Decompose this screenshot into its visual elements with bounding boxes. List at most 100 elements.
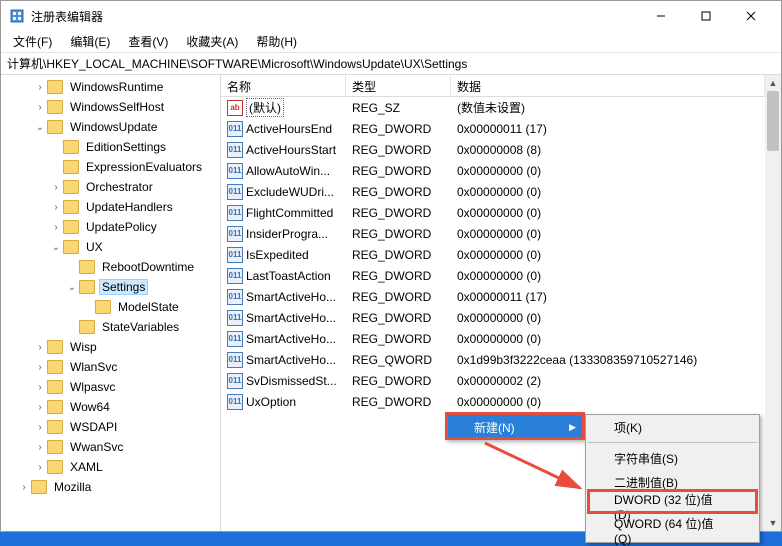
list-row[interactable]: 011UxOptionREG_DWORD0x00000000 (0) xyxy=(221,391,765,412)
close-button[interactable] xyxy=(728,1,773,31)
tree-item[interactable]: ›XAML xyxy=(1,457,220,477)
tree-item[interactable]: ›Wisp xyxy=(1,337,220,357)
titlebar: 注册表编辑器 xyxy=(1,1,781,31)
tree-item[interactable]: ›WwanSvc xyxy=(1,437,220,457)
tree-item[interactable]: › Mozilla xyxy=(1,477,220,497)
menu-view[interactable]: 查看(V) xyxy=(120,31,176,52)
tree-item[interactable]: EditionSettings xyxy=(1,137,220,157)
menu-edit[interactable]: 编辑(E) xyxy=(62,31,118,52)
tree-item[interactable]: StateVariables xyxy=(1,317,220,337)
tree-item[interactable]: ›UpdateHandlers xyxy=(1,197,220,217)
expand-icon[interactable]: › xyxy=(33,102,47,113)
folder-icon xyxy=(63,220,79,234)
window-title: 注册表编辑器 xyxy=(31,8,638,25)
tree-item-label: Mozilla xyxy=(51,479,94,495)
scroll-thumb[interactable] xyxy=(767,91,779,151)
tree-item[interactable]: ⌄WindowsUpdate xyxy=(1,117,220,137)
submenu-qword[interactable]: QWORD (64 位)值(Q) xyxy=(586,518,759,542)
list-row[interactable]: 011SvDismissedSt...REG_DWORD0x00000002 (… xyxy=(221,370,765,391)
folder-icon xyxy=(63,200,79,214)
tree-item[interactable]: RebootDowntime xyxy=(1,257,220,277)
expand-icon[interactable]: › xyxy=(33,402,47,413)
tree-item[interactable]: ⌄Settings xyxy=(1,277,220,297)
string-value-icon: ab xyxy=(227,100,243,116)
tree-item[interactable]: ›Wlpasvc xyxy=(1,377,220,397)
tree-item[interactable]: ⌄UX xyxy=(1,237,220,257)
cell-type: REG_QWORD xyxy=(346,352,451,368)
list-row[interactable]: 011IsExpeditedREG_DWORD0x00000000 (0) xyxy=(221,244,765,265)
cell-data: 0x00000000 (0) xyxy=(451,205,765,221)
list-row[interactable]: 011SmartActiveHo...REG_DWORD0x00000011 (… xyxy=(221,286,765,307)
folder-icon xyxy=(47,420,63,434)
tree-item[interactable]: ›WindowsRuntime xyxy=(1,77,220,97)
submenu-key[interactable]: 项(K) xyxy=(586,415,759,439)
maximize-button[interactable] xyxy=(683,1,728,31)
tree-pane[interactable]: ›WindowsRuntime›WindowsSelfHost⌄WindowsU… xyxy=(1,75,221,531)
cell-data: 0x00000000 (0) xyxy=(451,394,765,410)
header-name[interactable]: 名称 xyxy=(221,75,346,96)
expand-icon[interactable]: › xyxy=(49,182,63,193)
menu-favorites[interactable]: 收藏夹(A) xyxy=(178,31,246,52)
collapse-icon[interactable]: ⌄ xyxy=(33,122,47,133)
scroll-up-button[interactable]: ▲ xyxy=(765,75,781,91)
tree-item[interactable]: ›UpdatePolicy xyxy=(1,217,220,237)
expand-icon[interactable]: › xyxy=(49,222,63,233)
expand-icon[interactable]: › xyxy=(33,382,47,393)
header-data[interactable]: 数据 xyxy=(451,75,765,96)
list-row[interactable]: 011FlightCommittedREG_DWORD0x00000000 (0… xyxy=(221,202,765,223)
cell-data: 0x1d99b3f3222ceaa (133308359710527146) xyxy=(451,352,765,368)
header-type[interactable]: 类型 xyxy=(346,75,451,96)
list-row[interactable]: 011ActiveHoursEndREG_DWORD0x00000011 (17… xyxy=(221,118,765,139)
expand-icon[interactable]: › xyxy=(33,422,47,433)
list-row[interactable]: 011InsiderProgra...REG_DWORD0x00000000 (… xyxy=(221,223,765,244)
expand-icon[interactable]: › xyxy=(33,342,47,353)
scroll-track[interactable] xyxy=(765,91,781,515)
menu-help[interactable]: 帮助(H) xyxy=(248,31,305,52)
cell-type: REG_DWORD xyxy=(346,226,451,242)
binary-value-icon: 011 xyxy=(227,184,243,200)
list-row[interactable]: 011SmartActiveHo...REG_DWORD0x00000000 (… xyxy=(221,328,765,349)
expand-icon[interactable]: › xyxy=(17,482,31,493)
list-row[interactable]: 011LastToastActionREG_DWORD0x00000000 (0… xyxy=(221,265,765,286)
minimize-button[interactable] xyxy=(638,1,683,31)
list-row[interactable]: 011SmartActiveHo...REG_QWORD0x1d99b3f322… xyxy=(221,349,765,370)
tree-item[interactable]: ›WlanSvc xyxy=(1,357,220,377)
tree-item[interactable]: ExpressionEvaluators xyxy=(1,157,220,177)
scroll-down-button[interactable]: ▼ xyxy=(765,515,781,531)
context-menu-new[interactable]: 新建(N) ▶ xyxy=(446,415,584,439)
list-row[interactable]: 011SmartActiveHo...REG_DWORD0x00000000 (… xyxy=(221,307,765,328)
binary-value-icon: 011 xyxy=(227,226,243,242)
submenu-string[interactable]: 字符串值(S) xyxy=(586,446,759,470)
collapse-icon[interactable]: ⌄ xyxy=(49,242,63,253)
new-submenu: 项(K) 字符串值(S) 二进制值(B) DWORD (32 位)值(D) QW… xyxy=(585,414,760,543)
vertical-scrollbar[interactable]: ▲ ▼ xyxy=(765,75,781,531)
cell-data: 0x00000011 (17) xyxy=(451,121,765,137)
list-row[interactable]: 011AllowAutoWin...REG_DWORD0x00000000 (0… xyxy=(221,160,765,181)
addressbar[interactable]: 计算机\HKEY_LOCAL_MACHINE\SOFTWARE\Microsof… xyxy=(1,53,781,75)
expand-icon[interactable]: › xyxy=(49,202,63,213)
tree-item[interactable]: ›Orchestrator xyxy=(1,177,220,197)
tree-item-label: ExpressionEvaluators xyxy=(83,159,205,175)
expand-icon[interactable]: › xyxy=(33,362,47,373)
tree-item[interactable]: ›WindowsSelfHost xyxy=(1,97,220,117)
tree-item[interactable]: ›Wow64 xyxy=(1,397,220,417)
list-row[interactable]: 011ActiveHoursStartREG_DWORD0x00000008 (… xyxy=(221,139,765,160)
cell-data: 0x00000002 (2) xyxy=(451,373,765,389)
submenu-qword-label: QWORD (64 位)值(Q) xyxy=(614,515,729,546)
cell-name: 011ActiveHoursStart xyxy=(221,141,346,159)
collapse-icon[interactable]: ⌄ xyxy=(65,282,79,293)
tree-item[interactable]: ModelState xyxy=(1,297,220,317)
cell-data: 0x00000000 (0) xyxy=(451,184,765,200)
tree-item[interactable]: ›WSDAPI xyxy=(1,417,220,437)
context-menu-new-label: 新建(N) xyxy=(474,419,515,436)
list-row[interactable]: ab(默认)REG_SZ(数值未设置) xyxy=(221,97,765,118)
menu-file[interactable]: 文件(F) xyxy=(5,31,60,52)
expand-icon[interactable]: › xyxy=(33,462,47,473)
expand-icon[interactable]: › xyxy=(33,442,47,453)
expand-icon[interactable]: › xyxy=(33,82,47,93)
list-row[interactable]: 011ExcludeWUDri...REG_DWORD0x00000000 (0… xyxy=(221,181,765,202)
folder-icon xyxy=(47,440,63,454)
binary-value-icon: 011 xyxy=(227,121,243,137)
cell-type: REG_DWORD xyxy=(346,184,451,200)
cell-type: REG_SZ xyxy=(346,100,451,116)
